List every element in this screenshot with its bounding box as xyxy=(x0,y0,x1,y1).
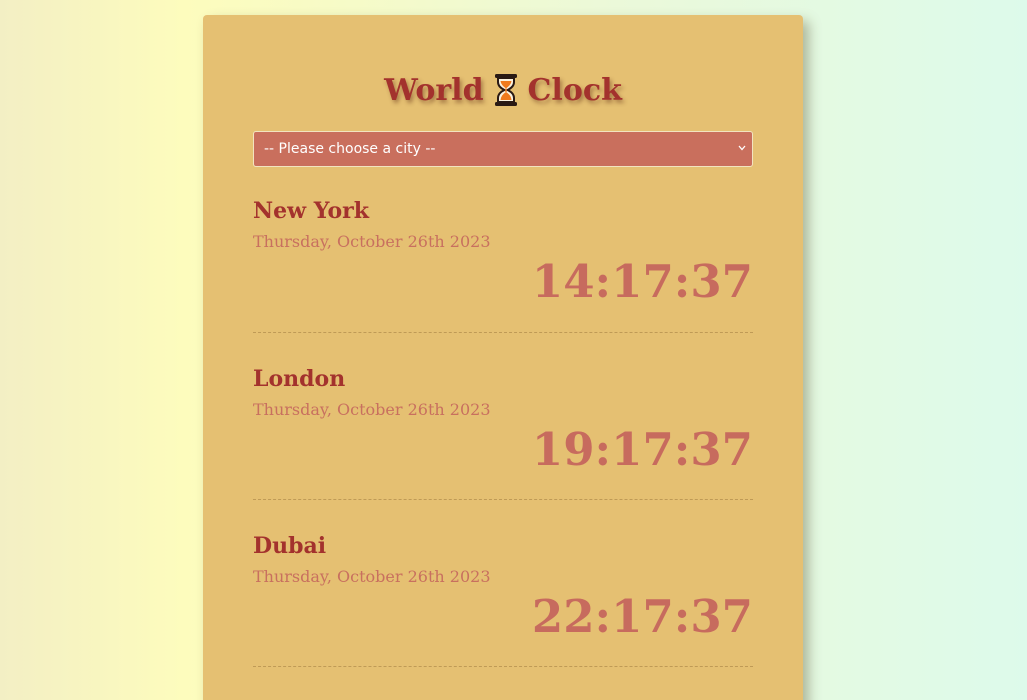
city-time: 22:17:37 xyxy=(531,590,753,643)
city-date: Thursday, October 26th 2023 xyxy=(253,567,491,586)
city-date: Thursday, October 26th 2023 xyxy=(253,232,491,251)
city-time: 19:17:37 xyxy=(531,423,753,476)
city-name: Dubai xyxy=(253,533,327,559)
city-select-value: -- Please choose a city -- xyxy=(264,141,436,157)
chevron-down-icon xyxy=(738,142,746,154)
city-row-new-york: New York Thursday, October 26th 2023 14:… xyxy=(253,165,753,333)
city-row-dubai: Dubai Thursday, October 26th 2023 22:17:… xyxy=(253,500,753,667)
title-text-clock: Clock xyxy=(527,72,622,108)
hourglass-icon xyxy=(494,73,518,107)
city-list: New York Thursday, October 26th 2023 14:… xyxy=(253,165,753,667)
city-name: London xyxy=(253,366,346,392)
page-title: World Clock xyxy=(253,70,753,110)
title-text-world: World xyxy=(384,72,484,108)
city-date: Thursday, October 26th 2023 xyxy=(253,400,491,419)
city-time: 14:17:37 xyxy=(531,255,753,308)
city-select-wrap: -- Please choose a city -- xyxy=(253,131,753,167)
city-row-london: London Thursday, October 26th 2023 19:17… xyxy=(253,333,753,500)
world-clock-card: World Clock -- Please choose a city -- N… xyxy=(203,15,803,700)
city-name: New York xyxy=(253,198,370,224)
city-select[interactable]: -- Please choose a city -- xyxy=(253,131,753,167)
